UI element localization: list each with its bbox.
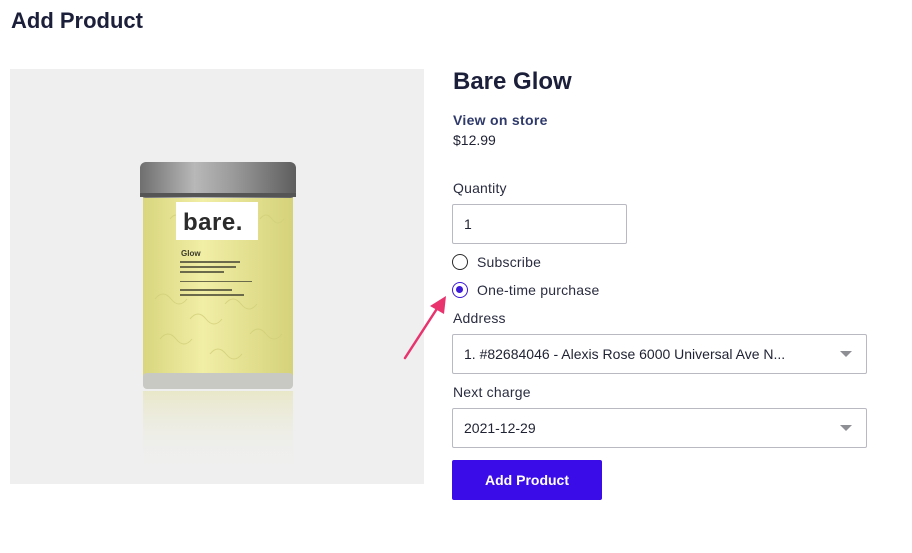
product-jar-illustration xyxy=(140,162,296,471)
address-value: 1. #82684046 - Alexis Rose 6000 Universa… xyxy=(464,346,786,362)
view-on-store-link[interactable]: View on store xyxy=(453,112,548,128)
jar-name-text: Glow xyxy=(181,249,201,258)
address-select[interactable]: 1. #82684046 - Alexis Rose 6000 Universa… xyxy=(452,334,867,374)
subscribe-option[interactable]: Subscribe xyxy=(452,254,541,270)
subscribe-radio[interactable] xyxy=(452,254,468,270)
chevron-down-icon xyxy=(840,425,852,431)
annotation-arrow-icon xyxy=(403,296,446,360)
quantity-label: Quantity xyxy=(453,180,507,196)
next-charge-label: Next charge xyxy=(453,384,531,400)
one-time-purchase-radio[interactable] xyxy=(452,282,468,298)
address-label: Address xyxy=(453,310,506,326)
next-charge-value: 2021-12-29 xyxy=(464,420,536,436)
quantity-input[interactable] xyxy=(452,204,627,244)
page-title: Add Product xyxy=(11,8,143,33)
one-time-purchase-option[interactable]: One-time purchase xyxy=(452,282,599,298)
jar-brand-text: bare. xyxy=(183,209,243,236)
next-charge-select[interactable]: 2021-12-29 xyxy=(452,408,867,448)
chevron-down-icon xyxy=(840,351,852,357)
add-product-button[interactable]: Add Product xyxy=(452,460,602,500)
product-image: bare. Glow xyxy=(10,69,424,484)
product-price: $12.99 xyxy=(453,132,496,148)
one-time-purchase-label: One-time purchase xyxy=(477,282,600,298)
subscribe-label: Subscribe xyxy=(477,254,542,270)
product-name: Bare Glow xyxy=(453,68,572,95)
